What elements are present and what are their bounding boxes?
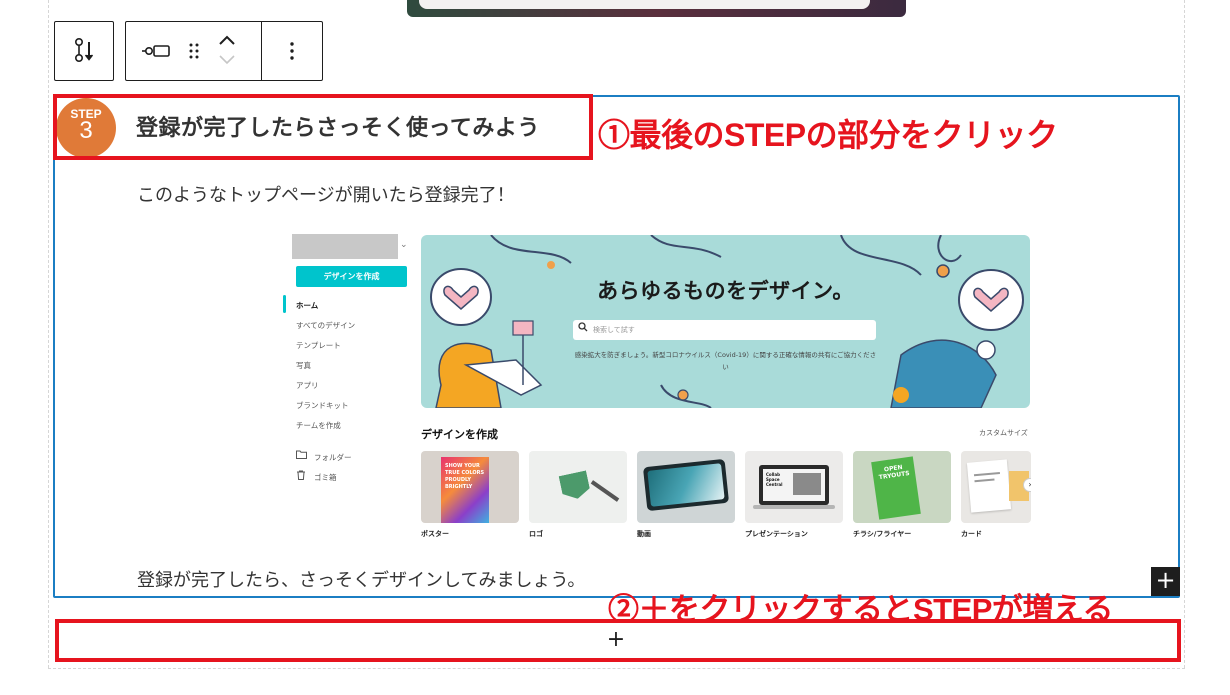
move-up-button[interactable] [216, 32, 238, 50]
canva-nav-home: ホーム [296, 301, 319, 310]
canva-nav-trash: ゴミ箱 [314, 473, 337, 482]
laptop-screen: Collab Space Central [759, 465, 829, 505]
chevron-right-icon: › [1023, 478, 1031, 492]
drag-handle-icon [189, 43, 199, 59]
card-line [974, 478, 995, 483]
template-label-card: カード [961, 530, 982, 538]
template-flyer-thumb: OPEN TRYOUTS [853, 451, 951, 523]
template-label-poster: ポスター [421, 530, 449, 538]
canva-logo-placeholder [292, 234, 398, 259]
block-toolbar-group [125, 21, 323, 81]
logo-art [559, 470, 592, 501]
canva-covid-notice: 感染拡大を防ぎましょう。新型コロナウイルス（Covid-19）に関する正確な情報… [574, 351, 877, 371]
canva-nav-templates: テンプレート [296, 341, 341, 350]
annotation-click-last-step: ①最後のSTEPの部分をクリック [598, 117, 1058, 153]
phone-frame [642, 458, 730, 512]
align-button[interactable] [126, 22, 186, 80]
chevron-down-icon: ⌄ [400, 240, 408, 250]
previous-image-block[interactable] [407, 0, 906, 17]
slide-area: Collab Space Central [763, 469, 825, 501]
folder-icon [296, 450, 307, 462]
add-step-plus-icon[interactable]: + [606, 627, 626, 653]
canva-search-input: 検索して試す [573, 320, 876, 340]
drag-handle[interactable] [186, 22, 202, 80]
block-type-button[interactable] [54, 21, 114, 81]
canva-hero-banner: あらゆるものをデザイン。 検索して試す 感染拡大を防ぎましょう。新型コロナウイル… [421, 235, 1030, 408]
template-video-thumb [637, 451, 735, 523]
align-icon [142, 45, 170, 57]
canva-nav-folders: フォルダー [314, 453, 352, 462]
card-art [966, 459, 1012, 513]
canva-section-title: デザインを作成 [421, 428, 498, 441]
move-down-icon [219, 55, 235, 65]
step-paragraph-2[interactable]: 登録が完了したら、さっそくデザインしてみましょう。 [137, 566, 585, 592]
canva-nav-all-designs: すべてのデザイン [296, 321, 356, 330]
template-card-thumb [961, 451, 1031, 523]
phone-screen [647, 463, 725, 507]
template-label-flyer: チラシ/フライヤー [853, 530, 912, 538]
card-line [973, 472, 1000, 477]
pen-art [590, 480, 620, 502]
move-buttons [202, 22, 252, 80]
template-presentation-thumb: Collab Space Central [745, 451, 843, 523]
inline-insert-block-button[interactable]: + [1151, 567, 1180, 596]
trash-icon [296, 470, 306, 483]
highlight-step-heading [53, 94, 593, 160]
nav-active-indicator [283, 295, 286, 313]
template-poster-thumb: SHOW YOUR TRUE COLORS PROUDLY BRIGHTLY [421, 451, 519, 523]
canva-nav-brand-kit: ブランドキット [296, 401, 349, 410]
more-options-icon [290, 42, 294, 60]
template-label-video: 動画 [637, 530, 651, 538]
poster-text: SHOW YOUR TRUE COLORS PROUDLY BRIGHTLY [445, 463, 485, 490]
flyer-art: OPEN TRYOUTS [871, 456, 921, 520]
move-up-icon [219, 35, 235, 45]
canva-nav-apps: アプリ [296, 381, 319, 390]
canva-nav-create-team: チームを作成 [296, 421, 341, 430]
canva-create-design-button: デザインを作成 [296, 266, 407, 287]
flyer-text: OPEN TRYOUTS [878, 463, 911, 482]
template-label-presentation: プレゼンテーション [745, 530, 808, 538]
canva-nav-photos: 写真 [296, 361, 311, 370]
laptop-base [753, 505, 835, 509]
slide-photo [793, 473, 821, 495]
template-logo-thumb [529, 451, 627, 523]
block-type-icon [75, 37, 94, 62]
canva-search-placeholder: 検索して試す [593, 326, 635, 334]
editor-column-guide-left [48, 0, 49, 668]
search-icon [578, 322, 588, 335]
step-image-canva-home[interactable]: ⌄ デザインを作成 ホーム すべてのデザイン テンプレート 写真 アプリ ブラン… [283, 228, 1031, 544]
more-options-button[interactable] [262, 22, 322, 80]
editor-column-guide-right [1184, 0, 1185, 668]
step-paragraph-1[interactable]: このようなトップページが開いたら登録完了！ [137, 181, 515, 207]
canva-custom-size-link: カスタムサイズ [979, 429, 1028, 437]
presentation-text: Collab Space Central [766, 472, 783, 487]
canva-hero-title: あらゆるものをデザイン。 [597, 279, 854, 303]
editor-column-guide-bottom [48, 668, 1185, 669]
move-down-button[interactable] [216, 52, 238, 70]
template-label-logo: ロゴ [529, 530, 543, 538]
